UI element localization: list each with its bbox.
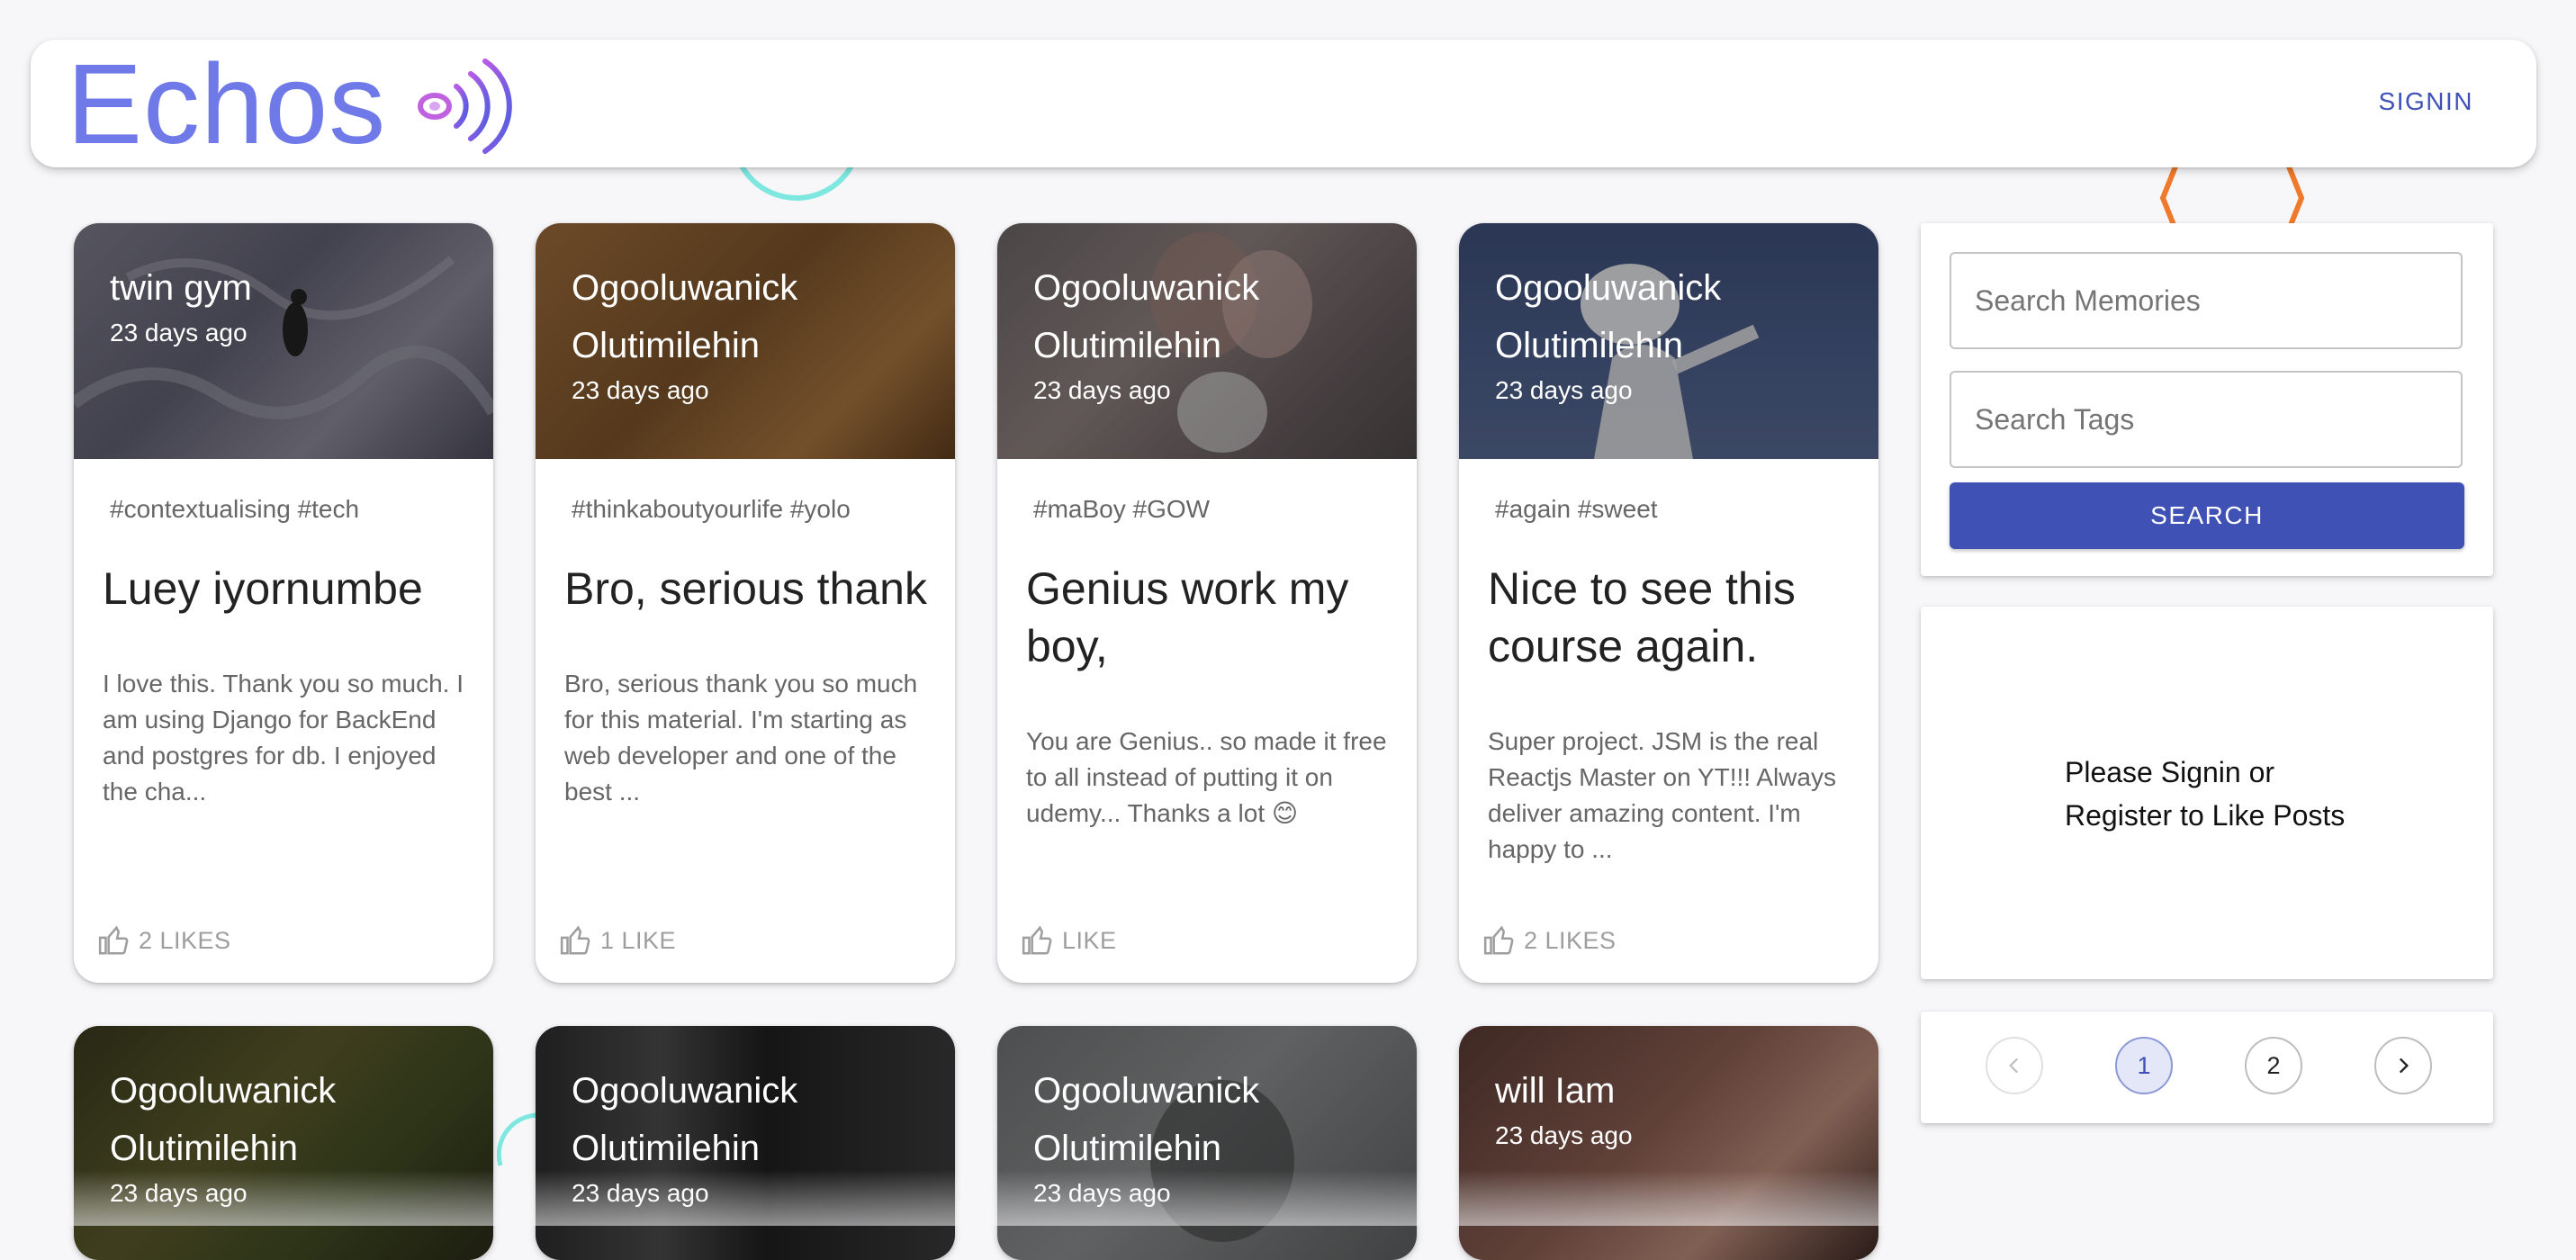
like-button[interactable]: 2 LIKES	[97, 923, 231, 958]
post-card[interactable]: Ogooluwanick Olutimilehin 23 days ago #t…	[536, 223, 955, 983]
signin-prompt-text: Please Signin or Register to Like Posts	[2065, 756, 2346, 832]
post-author: Ogooluwanick Olutimilehin	[572, 268, 798, 365]
post-message: Super project. JSM is the real Reactjs M…	[1488, 727, 1836, 863]
post-tags: #maBoy #GOW	[1033, 495, 1211, 523]
post-time: 23 days ago	[1033, 376, 1171, 404]
post-message: You are Genius.. so made it free to all …	[1026, 727, 1387, 827]
like-button[interactable]: LIKE	[1021, 923, 1117, 958]
thumb-up-icon	[98, 925, 129, 955]
sound-waves-icon	[418, 58, 512, 154]
post-title: Genius work my boy,	[1026, 563, 1349, 671]
chevron-right-icon	[2399, 1058, 2409, 1074]
post-card[interactable]: will Iam 23 days ago	[1459, 1026, 1878, 1260]
post-author: Ogooluwanick Olutimilehin	[1033, 1071, 1260, 1168]
like-count: 2 LIKES	[139, 926, 231, 954]
app-bar: Echos SIGNIN	[31, 40, 2536, 167]
post-card[interactable]: Ogooluwanick Olutimilehin 23 days ago	[74, 1026, 493, 1260]
like-button[interactable]: 1 LIKE	[559, 923, 676, 958]
brand-title: Echos	[67, 40, 387, 167]
post-card[interactable]: Ogooluwanick Olutimilehin 23 days ago	[536, 1026, 955, 1260]
post-title: Luey iyornumbe	[103, 563, 423, 614]
post-time: 23 days ago	[1495, 376, 1633, 404]
post-title: Bro, serious thank	[564, 563, 927, 614]
post-tags: #again #sweet	[1495, 495, 1658, 523]
post-author: Ogooluwanick Olutimilehin	[1495, 268, 1722, 365]
post-time: 23 days ago	[1495, 1121, 1633, 1149]
post-title: Nice to see this course again.	[1488, 563, 1796, 671]
like-count: 2 LIKES	[1524, 926, 1617, 954]
brand[interactable]: Echos	[67, 40, 521, 167]
post-author: Ogooluwanick Olutimilehin	[572, 1071, 798, 1168]
post-card[interactable]: Ogooluwanick Olutimilehin 23 days ago #m…	[997, 223, 1417, 983]
previous-page-button[interactable]	[1986, 1037, 2043, 1094]
like-count: LIKE	[1062, 926, 1117, 954]
next-page-button[interactable]	[2374, 1037, 2432, 1094]
page-1-button[interactable]: 1	[2115, 1037, 2173, 1094]
post-time: 23 days ago	[572, 376, 709, 404]
post-author: Ogooluwanick Olutimilehin	[1033, 268, 1260, 365]
signin-button[interactable]: SIGNIN	[2373, 86, 2479, 117]
like-count: 1 LIKE	[600, 926, 677, 954]
post-author: will Iam	[1495, 1071, 1616, 1111]
post-author: Ogooluwanick Olutimilehin	[110, 1071, 337, 1168]
like-button[interactable]: 2 LIKES	[1482, 923, 1617, 958]
thumb-up-icon	[560, 925, 590, 955]
chevron-left-icon	[2009, 1058, 2019, 1074]
post-time: 23 days ago	[1033, 1179, 1171, 1207]
pagination: 1 2	[1986, 1037, 2432, 1094]
post-time: 23 days ago	[110, 319, 248, 346]
post-card[interactable]: twin gym 23 days ago #contextualising #t…	[74, 223, 493, 983]
page-2-button[interactable]: 2	[2245, 1037, 2302, 1094]
post-author: twin gym	[110, 268, 252, 308]
pagination-panel: 1 2	[1921, 1012, 2493, 1123]
signin-prompt-panel: Please Signin or Register to Like Posts	[1921, 607, 2493, 979]
thumb-up-icon	[1022, 925, 1052, 955]
post-tags: #contextualising #tech	[110, 495, 360, 523]
post-time: 23 days ago	[572, 1179, 709, 1207]
post-message: I love this. Thank you so much. I am usi…	[103, 670, 464, 806]
post-card[interactable]: Ogooluwanick Olutimilehin 23 days ago	[997, 1026, 1417, 1260]
post-message: Bro, serious thank you so much for this …	[564, 670, 918, 806]
search-button[interactable]: SEARCH	[1950, 482, 2464, 549]
search-memories-input[interactable]	[1950, 252, 2463, 349]
thumb-up-icon	[1483, 925, 1514, 955]
post-time: 23 days ago	[110, 1179, 248, 1207]
post-card[interactable]: Ogooluwanick Olutimilehin 23 days ago #a…	[1459, 223, 1878, 983]
search-panel: SEARCH	[1921, 223, 2493, 576]
search-tags-input[interactable]	[1950, 371, 2463, 468]
post-tags: #thinkaboutyourlife #yolo	[572, 495, 851, 523]
